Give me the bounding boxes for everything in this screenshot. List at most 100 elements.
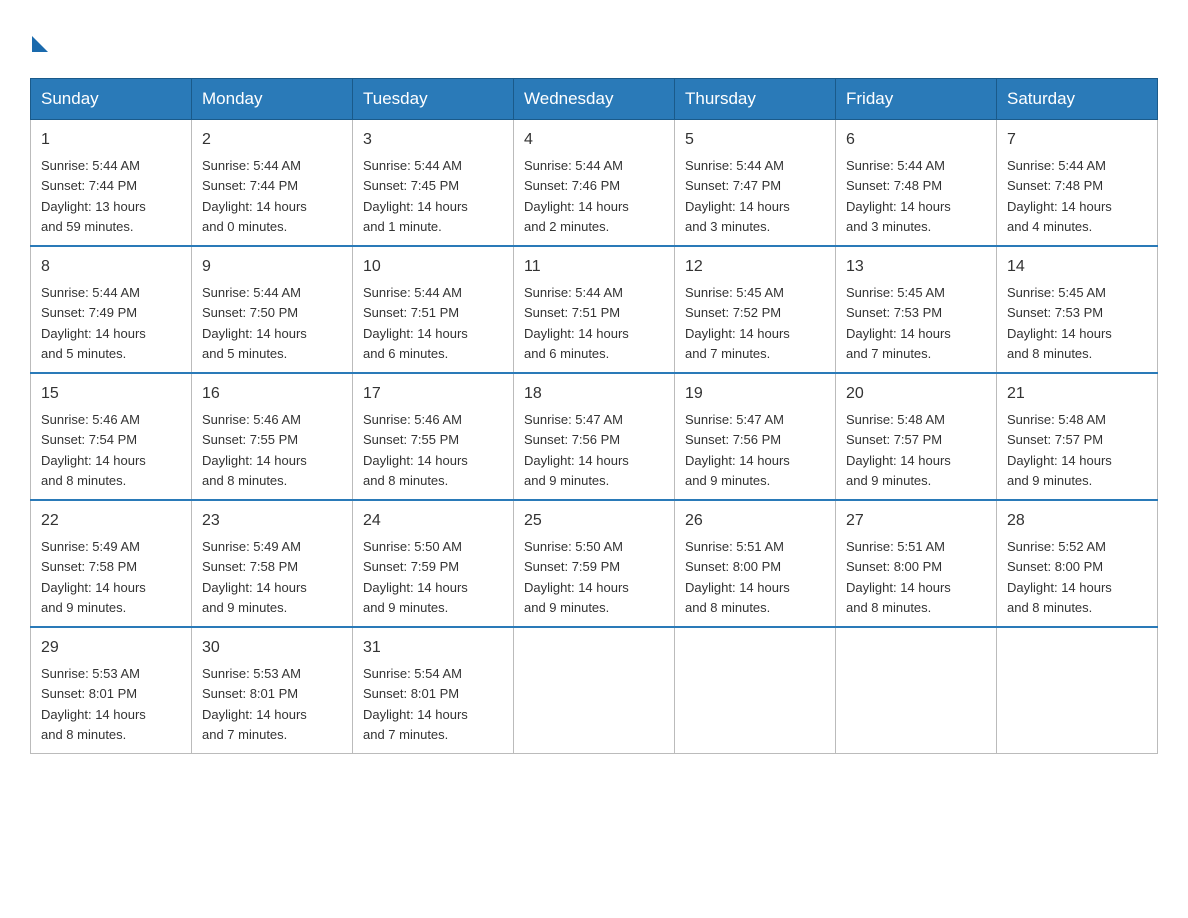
page-header	[30, 20, 1158, 58]
day-number: 17	[363, 382, 503, 406]
day-number: 11	[524, 255, 664, 279]
day-info: Sunrise: 5:53 AMSunset: 8:01 PMDaylight:…	[41, 666, 146, 742]
day-info: Sunrise: 5:44 AMSunset: 7:44 PMDaylight:…	[41, 158, 146, 234]
calendar-table: SundayMondayTuesdayWednesdayThursdayFrid…	[30, 78, 1158, 754]
day-number: 30	[202, 636, 342, 660]
day-number: 28	[1007, 509, 1147, 533]
calendar-week-row: 22 Sunrise: 5:49 AMSunset: 7:58 PMDaylig…	[31, 500, 1158, 627]
calendar-cell	[675, 627, 836, 754]
calendar-cell: 23 Sunrise: 5:49 AMSunset: 7:58 PMDaylig…	[192, 500, 353, 627]
day-number: 1	[41, 128, 181, 152]
calendar-cell: 11 Sunrise: 5:44 AMSunset: 7:51 PMDaylig…	[514, 246, 675, 373]
day-info: Sunrise: 5:49 AMSunset: 7:58 PMDaylight:…	[202, 539, 307, 615]
calendar-cell: 20 Sunrise: 5:48 AMSunset: 7:57 PMDaylig…	[836, 373, 997, 500]
day-info: Sunrise: 5:44 AMSunset: 7:46 PMDaylight:…	[524, 158, 629, 234]
day-number: 18	[524, 382, 664, 406]
calendar-cell: 8 Sunrise: 5:44 AMSunset: 7:49 PMDayligh…	[31, 246, 192, 373]
day-number: 20	[846, 382, 986, 406]
column-header-wednesday: Wednesday	[514, 79, 675, 120]
day-number: 2	[202, 128, 342, 152]
column-header-friday: Friday	[836, 79, 997, 120]
calendar-cell: 21 Sunrise: 5:48 AMSunset: 7:57 PMDaylig…	[997, 373, 1158, 500]
column-header-tuesday: Tuesday	[353, 79, 514, 120]
calendar-week-row: 29 Sunrise: 5:53 AMSunset: 8:01 PMDaylig…	[31, 627, 1158, 754]
calendar-cell: 1 Sunrise: 5:44 AMSunset: 7:44 PMDayligh…	[31, 120, 192, 247]
day-info: Sunrise: 5:44 AMSunset: 7:49 PMDaylight:…	[41, 285, 146, 361]
calendar-cell: 29 Sunrise: 5:53 AMSunset: 8:01 PMDaylig…	[31, 627, 192, 754]
calendar-cell: 6 Sunrise: 5:44 AMSunset: 7:48 PMDayligh…	[836, 120, 997, 247]
day-number: 22	[41, 509, 181, 533]
day-info: Sunrise: 5:51 AMSunset: 8:00 PMDaylight:…	[685, 539, 790, 615]
day-info: Sunrise: 5:44 AMSunset: 7:50 PMDaylight:…	[202, 285, 307, 361]
calendar-cell: 27 Sunrise: 5:51 AMSunset: 8:00 PMDaylig…	[836, 500, 997, 627]
day-number: 7	[1007, 128, 1147, 152]
calendar-cell: 2 Sunrise: 5:44 AMSunset: 7:44 PMDayligh…	[192, 120, 353, 247]
day-info: Sunrise: 5:53 AMSunset: 8:01 PMDaylight:…	[202, 666, 307, 742]
day-info: Sunrise: 5:48 AMSunset: 7:57 PMDaylight:…	[1007, 412, 1112, 488]
logo	[30, 20, 48, 58]
day-info: Sunrise: 5:44 AMSunset: 7:47 PMDaylight:…	[685, 158, 790, 234]
day-number: 29	[41, 636, 181, 660]
day-info: Sunrise: 5:54 AMSunset: 8:01 PMDaylight:…	[363, 666, 468, 742]
calendar-cell: 5 Sunrise: 5:44 AMSunset: 7:47 PMDayligh…	[675, 120, 836, 247]
column-header-monday: Monday	[192, 79, 353, 120]
calendar-cell: 12 Sunrise: 5:45 AMSunset: 7:52 PMDaylig…	[675, 246, 836, 373]
day-info: Sunrise: 5:52 AMSunset: 8:00 PMDaylight:…	[1007, 539, 1112, 615]
day-number: 14	[1007, 255, 1147, 279]
day-number: 6	[846, 128, 986, 152]
day-info: Sunrise: 5:47 AMSunset: 7:56 PMDaylight:…	[685, 412, 790, 488]
calendar-cell: 19 Sunrise: 5:47 AMSunset: 7:56 PMDaylig…	[675, 373, 836, 500]
day-info: Sunrise: 5:45 AMSunset: 7:53 PMDaylight:…	[846, 285, 951, 361]
column-header-sunday: Sunday	[31, 79, 192, 120]
calendar-cell: 30 Sunrise: 5:53 AMSunset: 8:01 PMDaylig…	[192, 627, 353, 754]
day-info: Sunrise: 5:44 AMSunset: 7:48 PMDaylight:…	[846, 158, 951, 234]
day-info: Sunrise: 5:50 AMSunset: 7:59 PMDaylight:…	[524, 539, 629, 615]
day-info: Sunrise: 5:45 AMSunset: 7:52 PMDaylight:…	[685, 285, 790, 361]
day-info: Sunrise: 5:44 AMSunset: 7:51 PMDaylight:…	[363, 285, 468, 361]
calendar-cell: 15 Sunrise: 5:46 AMSunset: 7:54 PMDaylig…	[31, 373, 192, 500]
calendar-cell: 31 Sunrise: 5:54 AMSunset: 8:01 PMDaylig…	[353, 627, 514, 754]
day-number: 26	[685, 509, 825, 533]
calendar-cell: 25 Sunrise: 5:50 AMSunset: 7:59 PMDaylig…	[514, 500, 675, 627]
day-number: 10	[363, 255, 503, 279]
day-info: Sunrise: 5:51 AMSunset: 8:00 PMDaylight:…	[846, 539, 951, 615]
calendar-cell: 13 Sunrise: 5:45 AMSunset: 7:53 PMDaylig…	[836, 246, 997, 373]
calendar-cell: 4 Sunrise: 5:44 AMSunset: 7:46 PMDayligh…	[514, 120, 675, 247]
calendar-cell: 17 Sunrise: 5:46 AMSunset: 7:55 PMDaylig…	[353, 373, 514, 500]
calendar-cell: 14 Sunrise: 5:45 AMSunset: 7:53 PMDaylig…	[997, 246, 1158, 373]
calendar-cell: 10 Sunrise: 5:44 AMSunset: 7:51 PMDaylig…	[353, 246, 514, 373]
day-number: 24	[363, 509, 503, 533]
day-info: Sunrise: 5:44 AMSunset: 7:48 PMDaylight:…	[1007, 158, 1112, 234]
day-number: 19	[685, 382, 825, 406]
day-info: Sunrise: 5:47 AMSunset: 7:56 PMDaylight:…	[524, 412, 629, 488]
calendar-cell: 7 Sunrise: 5:44 AMSunset: 7:48 PMDayligh…	[997, 120, 1158, 247]
calendar-cell: 28 Sunrise: 5:52 AMSunset: 8:00 PMDaylig…	[997, 500, 1158, 627]
day-number: 5	[685, 128, 825, 152]
day-number: 4	[524, 128, 664, 152]
calendar-week-row: 15 Sunrise: 5:46 AMSunset: 7:54 PMDaylig…	[31, 373, 1158, 500]
day-number: 31	[363, 636, 503, 660]
calendar-cell: 3 Sunrise: 5:44 AMSunset: 7:45 PMDayligh…	[353, 120, 514, 247]
day-info: Sunrise: 5:46 AMSunset: 7:54 PMDaylight:…	[41, 412, 146, 488]
day-info: Sunrise: 5:49 AMSunset: 7:58 PMDaylight:…	[41, 539, 146, 615]
day-info: Sunrise: 5:46 AMSunset: 7:55 PMDaylight:…	[363, 412, 468, 488]
calendar-cell	[836, 627, 997, 754]
calendar-cell: 9 Sunrise: 5:44 AMSunset: 7:50 PMDayligh…	[192, 246, 353, 373]
calendar-cell: 26 Sunrise: 5:51 AMSunset: 8:00 PMDaylig…	[675, 500, 836, 627]
calendar-header-row: SundayMondayTuesdayWednesdayThursdayFrid…	[31, 79, 1158, 120]
day-number: 13	[846, 255, 986, 279]
day-info: Sunrise: 5:50 AMSunset: 7:59 PMDaylight:…	[363, 539, 468, 615]
day-number: 16	[202, 382, 342, 406]
day-number: 21	[1007, 382, 1147, 406]
day-info: Sunrise: 5:45 AMSunset: 7:53 PMDaylight:…	[1007, 285, 1112, 361]
column-header-saturday: Saturday	[997, 79, 1158, 120]
day-number: 25	[524, 509, 664, 533]
day-number: 9	[202, 255, 342, 279]
calendar-week-row: 1 Sunrise: 5:44 AMSunset: 7:44 PMDayligh…	[31, 120, 1158, 247]
day-info: Sunrise: 5:44 AMSunset: 7:45 PMDaylight:…	[363, 158, 468, 234]
day-info: Sunrise: 5:44 AMSunset: 7:51 PMDaylight:…	[524, 285, 629, 361]
calendar-cell	[514, 627, 675, 754]
logo-triangle-icon	[32, 36, 48, 52]
day-number: 27	[846, 509, 986, 533]
day-number: 15	[41, 382, 181, 406]
